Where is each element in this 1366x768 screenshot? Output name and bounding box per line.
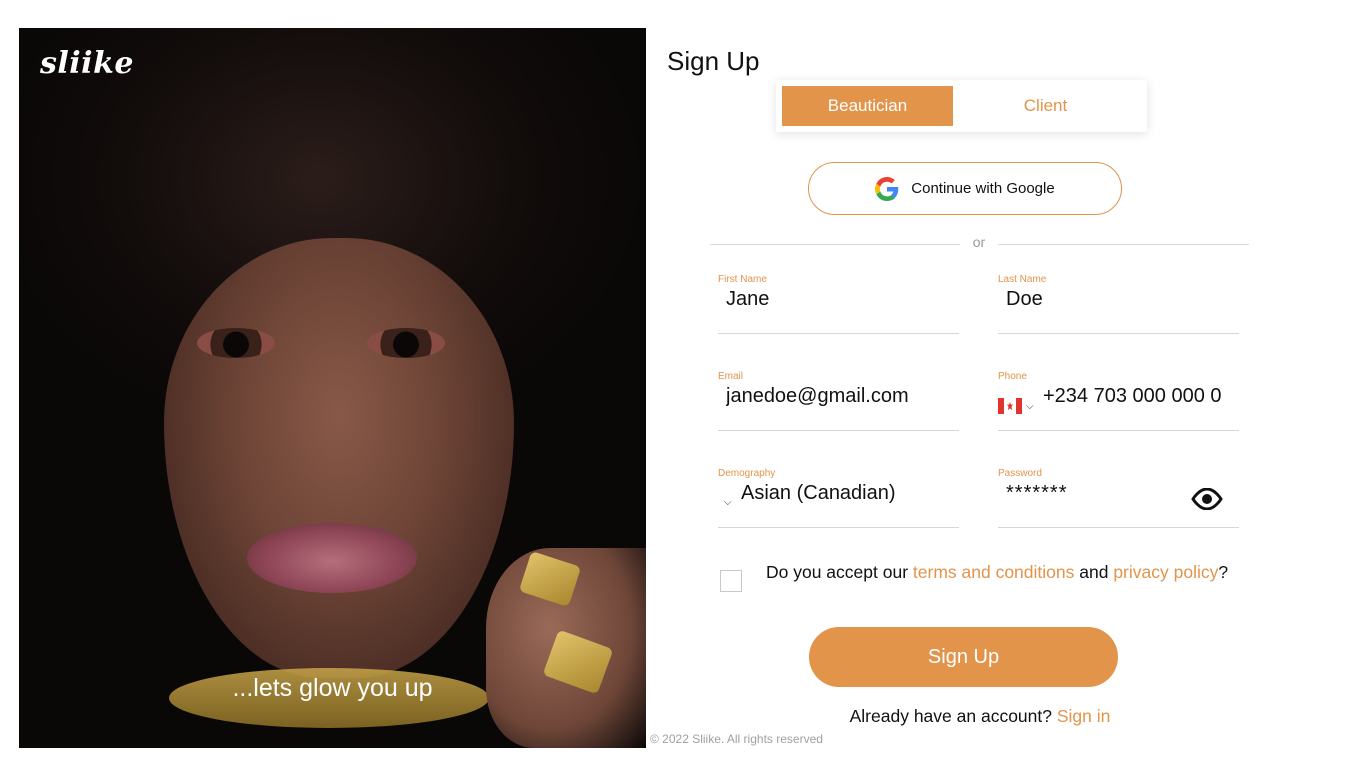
last-name-input[interactable]: Doe <box>1006 288 1043 311</box>
field-underline <box>998 333 1239 334</box>
first-name-input[interactable]: Jane <box>726 288 769 311</box>
sign-up-button[interactable]: Sign Up <box>809 627 1118 687</box>
field-underline <box>718 430 959 431</box>
terms-suffix: ? <box>1218 562 1229 582</box>
field-underline <box>998 527 1239 528</box>
hero-tagline: ...lets glow you up <box>232 674 433 702</box>
email-field[interactable]: Email janedoe@gmail.com <box>718 371 959 431</box>
chevron-down-icon[interactable]: ⌵ <box>724 497 732 508</box>
portrait-lips <box>247 523 417 593</box>
phone-label: Phone <box>998 371 1027 382</box>
signin-prompt: Already have an account? <box>849 706 1057 726</box>
hero-image-panel: sliike ...lets glow you up <box>19 28 646 748</box>
chevron-down-icon[interactable]: ⌵ <box>1026 401 1034 412</box>
demography-label: Demography <box>718 468 776 479</box>
email-label: Email <box>718 371 744 382</box>
field-underline <box>998 430 1239 431</box>
password-field[interactable]: Password ******* <box>998 468 1239 528</box>
canada-flag-icon[interactable] <box>998 398 1022 414</box>
sign-in-link[interactable]: Sign in <box>1057 706 1111 726</box>
phone-field[interactable]: Phone ⌵ +234 703 000 000 0 <box>998 371 1239 431</box>
terms-prefix: Do you accept our <box>766 562 913 582</box>
terms-middle: and <box>1074 562 1114 582</box>
terms-checkbox[interactable] <box>720 570 742 592</box>
demography-field[interactable]: Demography ⌵ Asian (Canadian) <box>718 468 959 528</box>
portrait-eye-right <box>367 328 445 358</box>
last-name-label: Last Name <box>998 274 1047 285</box>
divider-line <box>710 244 960 245</box>
divider-or: or <box>972 234 986 250</box>
terms-text: Do you accept our terms and conditions a… <box>766 559 1236 585</box>
divider-line <box>998 244 1249 245</box>
password-input[interactable]: ******* <box>1006 482 1067 505</box>
signin-row: Already have an account? Sign in <box>760 706 1200 727</box>
eye-icon[interactable] <box>1190 488 1224 510</box>
phone-input[interactable]: +234 703 000 000 0 <box>1043 385 1222 408</box>
hero-portrait <box>164 238 514 678</box>
portrait-eye-left <box>197 328 275 358</box>
role-toggle: Beautician Client <box>776 80 1147 132</box>
first-name-field[interactable]: First Name Jane <box>718 274 959 334</box>
privacy-link[interactable]: privacy policy <box>1113 562 1218 582</box>
brand-logo: sliike <box>40 46 134 81</box>
first-name-label: First Name <box>718 274 767 285</box>
google-icon <box>875 176 899 201</box>
footer-copyright: © 2022 Sliike. All rights reserved <box>650 732 823 746</box>
page-title: Sign Up <box>667 46 760 76</box>
role-option-beautician[interactable]: Beautician <box>782 86 953 126</box>
password-label: Password <box>998 468 1042 479</box>
role-option-client[interactable]: Client <box>960 86 1131 126</box>
field-underline <box>718 333 959 334</box>
terms-link[interactable]: terms and conditions <box>913 562 1074 582</box>
email-input[interactable]: janedoe@gmail.com <box>726 385 909 408</box>
google-button-label: Continue with Google <box>911 180 1055 197</box>
continue-with-google-button[interactable]: Continue with Google <box>808 162 1122 215</box>
last-name-field[interactable]: Last Name Doe <box>998 274 1239 334</box>
demography-select[interactable]: Asian (Canadian) <box>741 482 896 505</box>
field-underline <box>718 527 959 528</box>
